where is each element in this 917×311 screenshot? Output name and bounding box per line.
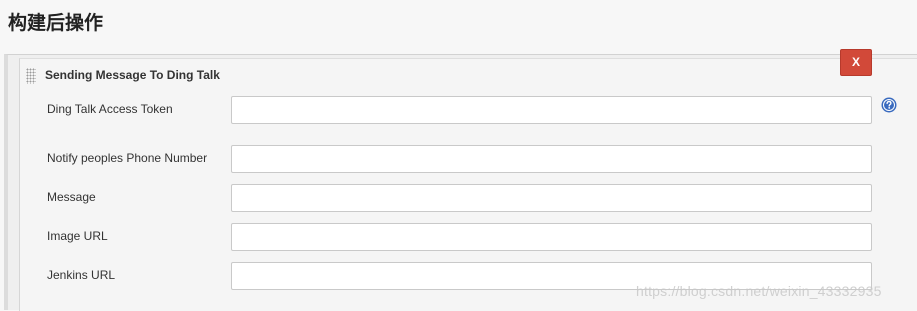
message-input[interactable] [231,184,872,212]
field-label-jenkins-url: Jenkins URL [47,268,116,282]
block-title: Sending Message To Ding Talk [45,68,220,82]
access-token-input[interactable] [231,96,872,124]
field-label-message: Message [47,190,96,204]
field-label-image-url: Image URL [47,229,108,243]
question-circle-icon[interactable] [881,97,897,113]
delete-button[interactable]: X [840,49,872,76]
field-label-access-token: Ding Talk Access Token [47,102,173,116]
watermark: https://blog.csdn.net/weixin_43332935 [636,283,882,299]
drag-handle-icon[interactable] [26,68,36,84]
phone-number-input[interactable] [231,145,872,173]
image-url-input[interactable] [231,223,872,251]
section-title: 构建后操作 [8,12,104,34]
field-label-phone-number: Notify peoples Phone Number [47,151,208,165]
